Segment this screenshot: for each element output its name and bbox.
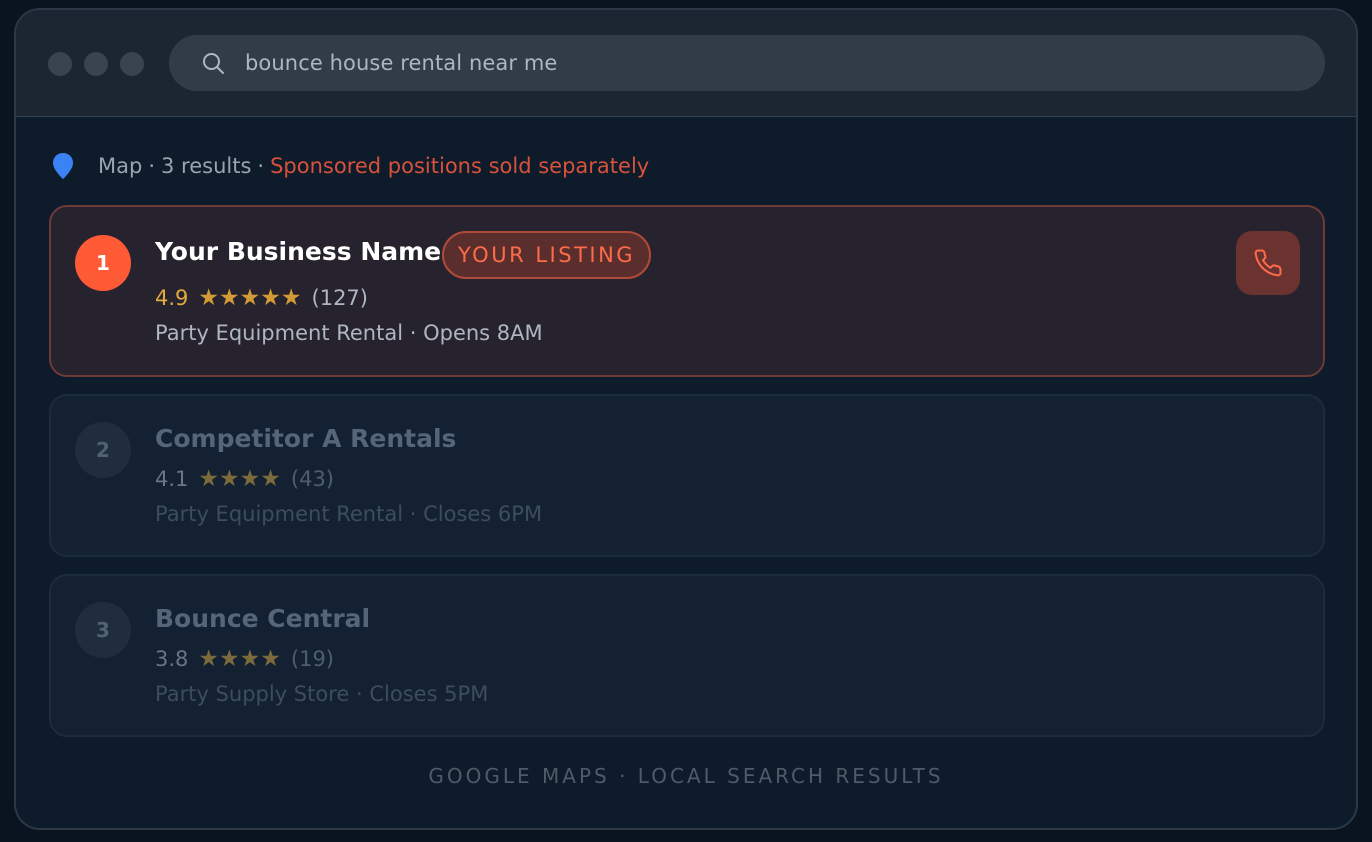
business-category: Party Equipment Rental: [155, 321, 404, 345]
footer-caption: GOOGLE MAPS · LOCAL SEARCH RESULTS: [428, 764, 944, 788]
business-hours: Opens 8AM: [423, 321, 543, 345]
results-count: 3 results: [161, 154, 252, 178]
window-minimize-button[interactable]: [84, 52, 108, 76]
business-hours: Closes 6PM: [423, 502, 543, 526]
separator: ·: [356, 682, 370, 706]
rating-value: 4.1: [155, 467, 189, 491]
sponsored-note: Sponsored positions sold separately: [270, 154, 650, 178]
search-query[interactable]: bounce house rental near me: [245, 35, 557, 91]
listing-card-competitor-a[interactable]: 2 Competitor A Rentals 4.1 ★★★★ (43) Par…: [49, 394, 1325, 557]
phone-icon: [1254, 249, 1282, 277]
review-count[interactable]: (19): [291, 647, 334, 671]
business-category: Party Supply Store: [155, 682, 350, 706]
listing-card-bounce-central[interactable]: 3 Bounce Central 3.8 ★★★★ (19) Party Sup…: [49, 574, 1325, 737]
rank-badge: 2: [75, 422, 131, 478]
rating-value: 3.8: [155, 647, 189, 671]
business-hours: Closes 5PM: [369, 682, 489, 706]
separator: ·: [257, 154, 265, 178]
review-count[interactable]: (43): [291, 467, 334, 491]
search-bar[interactable]: bounce house rental near me: [169, 35, 1325, 91]
results-source: Map: [98, 154, 143, 178]
listing-details: Party Equipment Rental · Opens 8AM: [155, 321, 543, 345]
results-meta: Map · 3 results · Sponsored positions so…: [52, 150, 649, 182]
separator: ·: [409, 321, 424, 345]
listing-details: Party Supply Store · Closes 5PM: [155, 682, 488, 706]
your-listing-badge: YOUR LISTING: [442, 231, 652, 279]
rank-badge: 1: [75, 235, 131, 291]
review-count[interactable]: (127): [312, 286, 368, 310]
listing-details: Party Equipment Rental · Closes 6PM: [155, 502, 542, 526]
rating-row: 4.1 ★★★★ (43): [155, 466, 334, 492]
rating-row: 3.8 ★★★★ (19): [155, 646, 334, 672]
rating-value: 4.9: [155, 286, 189, 310]
window-maximize-button[interactable]: [120, 52, 144, 76]
star-rating-icon: ★★★★: [198, 466, 281, 492]
business-name[interactable]: Competitor A Rentals: [155, 424, 456, 453]
window-close-button[interactable]: [48, 52, 72, 76]
business-category: Party Equipment Rental: [155, 502, 404, 526]
browser-window: bounce house rental near me Map · 3 resu…: [14, 8, 1358, 830]
call-button[interactable]: [1236, 231, 1300, 295]
business-name[interactable]: Bounce Central: [155, 604, 370, 633]
business-name[interactable]: Your Business Name: [155, 237, 441, 266]
map-pin-icon: [53, 153, 73, 179]
separator: ·: [148, 154, 156, 178]
rating-row: 4.9 ★★★★★ (127): [155, 285, 368, 311]
search-icon: [203, 53, 224, 74]
rank-badge: 3: [75, 602, 131, 658]
separator: ·: [409, 502, 424, 526]
title-bar: bounce house rental near me: [16, 10, 1356, 117]
star-rating-icon: ★★★★: [198, 646, 281, 672]
star-rating-icon: ★★★★★: [198, 285, 302, 311]
listing-card-your-business[interactable]: 1 Your Business Name YOUR LISTING 4.9 ★★…: [49, 205, 1325, 377]
